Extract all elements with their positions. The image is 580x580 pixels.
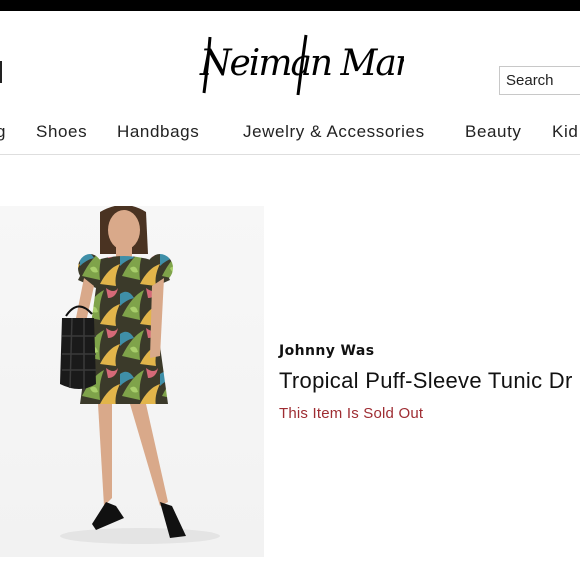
model-in-dress-illustration — [60, 206, 220, 544]
nav-item-clothing[interactable]: g — [0, 122, 6, 142]
sold-out-status: This Item Is Sold Out — [279, 405, 424, 422]
product-brand[interactable]: Johnny Was — [279, 343, 580, 359]
nav-item-shoes[interactable]: Shoes — [36, 122, 87, 142]
menu-icon[interactable] — [0, 61, 2, 83]
search-box[interactable] — [499, 66, 580, 95]
product-image[interactable] — [0, 206, 264, 557]
logo-wordmark: Neiman Marcus — [199, 34, 404, 96]
neiman-marcus-logo[interactable]: Neiman Marcus — [198, 23, 404, 103]
top-black-bar — [0, 0, 580, 11]
category-nav: g Shoes Handbags Jewelry & Accessories B… — [0, 111, 580, 155]
nav-item-handbags[interactable]: Handbags — [117, 122, 199, 142]
nav-item-kids[interactable]: Kid — [552, 122, 578, 142]
search-input[interactable] — [506, 72, 580, 89]
product-title: Tropical Puff-Sleeve Tunic Dr — [279, 368, 573, 393]
site-header: Neiman Marcus — [0, 11, 580, 111]
nav-item-jewelry-accessories[interactable]: Jewelry & Accessories — [243, 122, 425, 142]
nav-item-beauty[interactable]: Beauty — [465, 122, 522, 142]
product-info: Johnny Was Tropical Puff-Sleeve Tunic Dr… — [279, 343, 580, 422]
